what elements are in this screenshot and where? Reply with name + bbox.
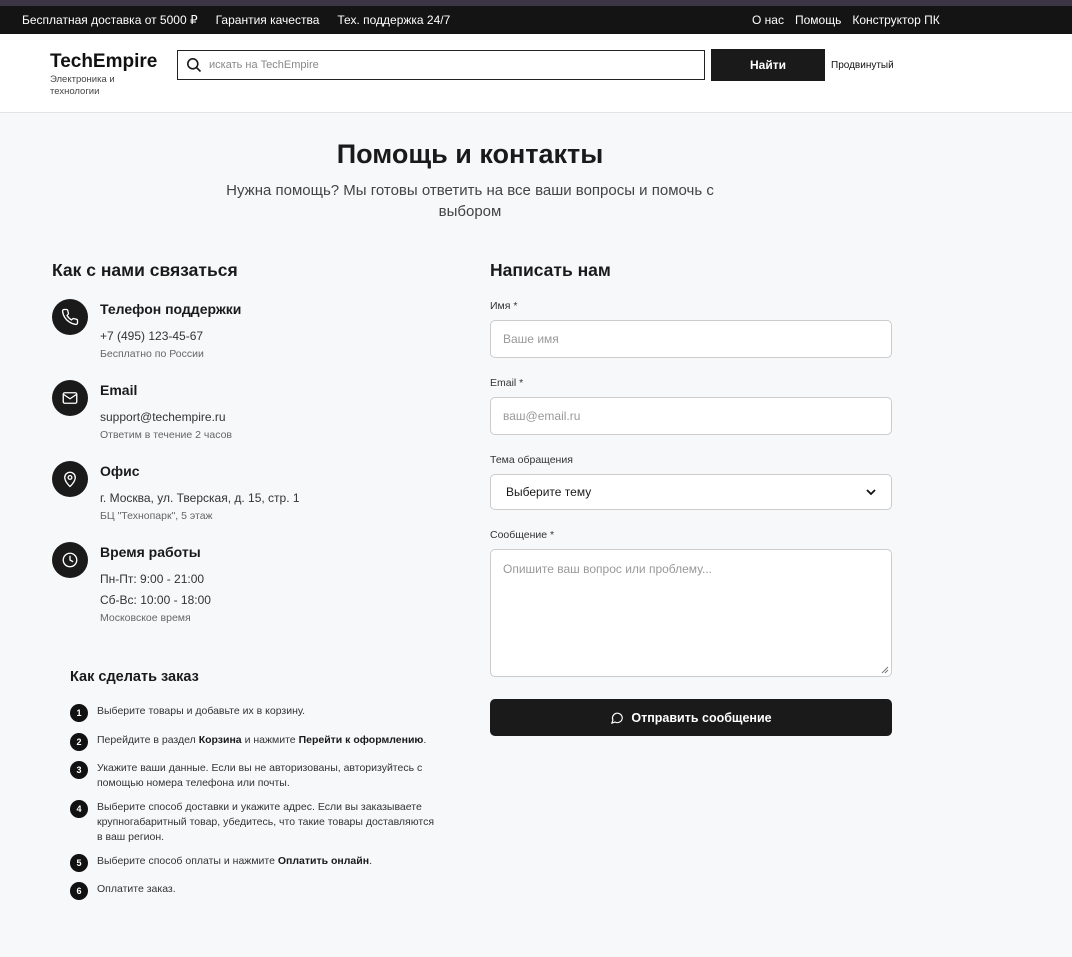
search-button[interactable]: Найти bbox=[711, 49, 825, 81]
step-number: 6 bbox=[70, 882, 88, 900]
contact-email-note: Ответим в течение 2 часов bbox=[100, 429, 232, 441]
map-pin-icon bbox=[52, 461, 88, 497]
contact-office-note: БЦ "Технопарк", 5 этаж bbox=[100, 510, 213, 522]
message-field[interactable] bbox=[490, 549, 892, 677]
step-number: 4 bbox=[70, 800, 88, 818]
send-message-button[interactable]: Отправить сообщение bbox=[490, 699, 892, 736]
step-number: 2 bbox=[70, 733, 88, 751]
step-text: Выберите способ оплаты и нажмите Оплатит… bbox=[97, 855, 372, 867]
contact-hours-title: Время работы bbox=[100, 544, 201, 560]
topbar-quality-guarantee[interactable]: Гарантия качества bbox=[216, 13, 320, 27]
search-input[interactable] bbox=[209, 59, 689, 71]
contacts-heading: Как с нами связаться bbox=[52, 260, 238, 280]
contact-hours-weekdays: Пн-Пт: 9:00 - 21:00 bbox=[100, 572, 205, 586]
phone-icon bbox=[52, 299, 88, 335]
step-text: Выберите товары и добавьте их в корзину. bbox=[97, 705, 306, 717]
contact-office-address: г. Москва, ул. Тверская, д. 15, стр. 1 bbox=[100, 491, 300, 505]
topic-select[interactable]: Выберите тему bbox=[490, 474, 892, 510]
step-number: 5 bbox=[70, 854, 88, 872]
contact-email-value[interactable]: support@techempire.ru bbox=[100, 410, 226, 424]
step-text: Оплатите заказ. bbox=[97, 883, 176, 895]
resize-grip-icon[interactable] bbox=[880, 665, 889, 674]
site-header: TechEmpire Электроника и технологии Найт… bbox=[0, 34, 1072, 113]
email-label: Email * bbox=[490, 377, 524, 389]
page-title: Помощь и контакты bbox=[336, 139, 604, 169]
contact-phone-note: Бесплатно по России bbox=[100, 348, 204, 360]
top-info-bar: Бесплатная доставка от 5000 ₽ Гарантия к… bbox=[0, 6, 1072, 34]
topic-label: Тема обращения bbox=[490, 454, 573, 466]
step-number: 3 bbox=[70, 761, 88, 779]
site-logo[interactable]: TechEmpire bbox=[50, 51, 157, 73]
chat-bubble-icon bbox=[611, 712, 624, 724]
advanced-search-link[interactable]: Продвинутый bbox=[831, 60, 894, 71]
topbar-about-link[interactable]: О нас bbox=[752, 13, 784, 27]
contact-form-heading: Написать нам bbox=[490, 260, 611, 280]
topbar-help-link[interactable]: Помощь bbox=[795, 13, 841, 27]
page-subtitle: Нужна помощь? Мы готовы ответить на все … bbox=[226, 182, 714, 220]
search-bar bbox=[177, 50, 705, 80]
search-icon bbox=[187, 58, 202, 73]
step-number: 1 bbox=[70, 704, 88, 722]
contact-email-title: Email bbox=[100, 382, 138, 398]
email-field[interactable] bbox=[490, 397, 892, 435]
pay-online-term: Оплатить онлайн bbox=[277, 855, 370, 867]
step-text: Укажите ваши данные. Если вы не авторизо… bbox=[97, 762, 423, 789]
mail-icon bbox=[52, 380, 88, 416]
step-text: Перейдите в раздел Корзина и нажмите Пер… bbox=[97, 734, 427, 746]
contact-office-title: Офис bbox=[100, 463, 140, 479]
topbar-pc-builder-link[interactable]: Конструктор ПК bbox=[852, 13, 939, 27]
clock-icon bbox=[52, 542, 88, 578]
name-label: Имя * bbox=[490, 300, 518, 312]
cart-term: Корзина bbox=[198, 734, 242, 746]
chevron-down-icon bbox=[866, 488, 876, 495]
topbar-support-247[interactable]: Тех. поддержка 24/7 bbox=[337, 13, 450, 27]
site-tagline: Электроника и технологии bbox=[50, 74, 115, 97]
checkout-term: Перейти к оформлению bbox=[298, 734, 424, 746]
step-text: Выберите способ доставки и укажите адрес… bbox=[97, 801, 435, 843]
name-field[interactable] bbox=[490, 320, 892, 358]
topic-select-value: Выберите тему bbox=[506, 485, 592, 499]
contact-phone-title: Телефон поддержки bbox=[100, 301, 242, 317]
contact-hours-weekend: Сб-Вс: 10:00 - 18:00 bbox=[100, 593, 211, 607]
contact-hours-note: Московское время bbox=[100, 612, 191, 624]
contact-phone-value[interactable]: +7 (495) 123-45-67 bbox=[100, 329, 203, 343]
topbar-free-delivery[interactable]: Бесплатная доставка от 5000 ₽ bbox=[22, 13, 198, 27]
message-label: Сообщение * bbox=[490, 529, 555, 541]
send-message-label: Отправить сообщение bbox=[631, 710, 772, 725]
order-steps-heading: Как сделать заказ bbox=[70, 669, 199, 685]
